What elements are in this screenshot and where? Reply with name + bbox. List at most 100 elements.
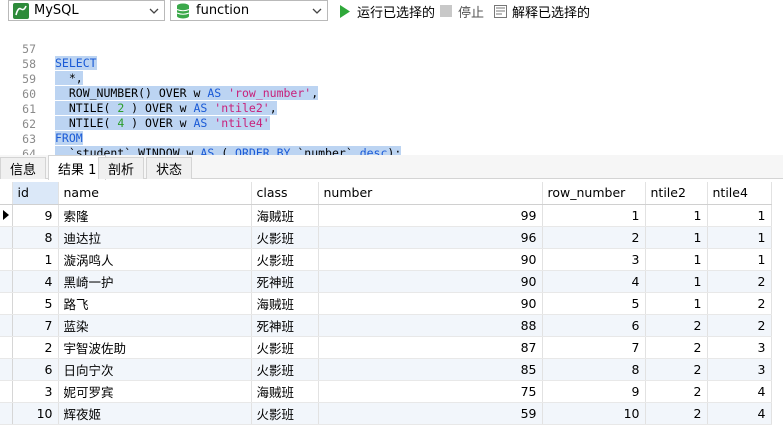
stop-button[interactable]: 停止 xyxy=(439,1,484,21)
cell-id[interactable]: 9 xyxy=(12,204,59,227)
cell-ntile2[interactable]: 2 xyxy=(645,336,708,359)
table-row[interactable]: 3 妮可罗宾 海贼班 75 9 2 4 xyxy=(0,380,772,403)
connection-select[interactable]: MySQL xyxy=(8,0,165,21)
cell-number[interactable]: 99 xyxy=(318,204,543,227)
cell-row-number[interactable]: 6 xyxy=(542,314,646,337)
cell-ntile2[interactable]: 2 xyxy=(645,314,708,337)
table-row[interactable]: 2 宇智波佐助 火影班 87 7 2 3 xyxy=(0,336,772,359)
cell-row-number[interactable]: 5 xyxy=(542,292,646,315)
cell-name[interactable]: 妮可罗宾 xyxy=(58,380,252,403)
result-grid[interactable]: id name class number row_number ntile2 n… xyxy=(0,182,783,443)
table-row[interactable]: 7 蓝染 死神班 88 6 2 2 xyxy=(0,314,772,337)
row-marker[interactable] xyxy=(0,248,13,271)
cell-ntile2[interactable]: 1 xyxy=(645,292,708,315)
cell-number[interactable]: 88 xyxy=(318,314,543,337)
cell-class[interactable]: 海贼班 xyxy=(251,204,319,227)
cell-id[interactable]: 8 xyxy=(12,226,59,249)
cell-class[interactable]: 火影班 xyxy=(251,226,319,249)
cell-id[interactable]: 1 xyxy=(12,248,59,271)
cell-row-number[interactable]: 4 xyxy=(542,270,646,293)
cell-class[interactable]: 海贼班 xyxy=(251,380,319,403)
cell-id[interactable]: 6 xyxy=(12,358,59,381)
cell-name[interactable]: 蓝染 xyxy=(58,314,252,337)
cell-number[interactable]: 90 xyxy=(318,292,543,315)
cell-ntile2[interactable]: 2 xyxy=(645,380,708,403)
cell-class[interactable]: 火影班 xyxy=(251,248,319,271)
cell-row-number[interactable]: 8 xyxy=(542,358,646,381)
cell-name[interactable]: 辉夜姬 xyxy=(58,402,252,425)
cell-row-number[interactable]: 10 xyxy=(542,402,646,425)
row-marker[interactable] xyxy=(0,204,13,227)
cell-ntile2[interactable]: 1 xyxy=(645,248,708,271)
row-marker[interactable] xyxy=(0,292,13,315)
cell-class[interactable]: 火影班 xyxy=(251,336,319,359)
cell-class[interactable]: 死神班 xyxy=(251,314,319,337)
table-row[interactable]: 9 索隆 海贼班 99 1 1 1 xyxy=(0,204,772,227)
cell-ntile4[interactable]: 1 xyxy=(707,204,772,227)
column-header-ntile2[interactable]: ntile2 xyxy=(645,182,708,205)
cell-number[interactable]: 90 xyxy=(318,248,543,271)
column-header-class[interactable]: class xyxy=(251,182,319,205)
cell-ntile4[interactable]: 1 xyxy=(707,226,772,249)
cell-ntile4[interactable]: 2 xyxy=(707,292,772,315)
cell-name[interactable]: 宇智波佐助 xyxy=(58,336,252,359)
column-header-name[interactable]: name xyxy=(58,182,252,205)
row-marker[interactable] xyxy=(0,270,13,293)
column-header-number[interactable]: number xyxy=(318,182,543,205)
cell-name[interactable]: 漩涡鸣人 xyxy=(58,248,252,271)
cell-number[interactable]: 75 xyxy=(318,380,543,403)
cell-number[interactable]: 96 xyxy=(318,226,543,249)
cell-class[interactable]: 死神班 xyxy=(251,270,319,293)
cell-ntile4[interactable]: 2 xyxy=(707,314,772,337)
run-selected-button[interactable]: 运行已选择的 xyxy=(338,1,435,21)
cell-ntile2[interactable]: 1 xyxy=(645,270,708,293)
tab-info[interactable]: 信息 xyxy=(0,157,47,179)
row-marker[interactable] xyxy=(0,314,13,337)
row-marker[interactable] xyxy=(0,226,13,249)
column-header-row-number[interactable]: row_number xyxy=(542,182,646,205)
cell-class[interactable]: 火影班 xyxy=(251,358,319,381)
cell-row-number[interactable]: 9 xyxy=(542,380,646,403)
cell-ntile4[interactable]: 4 xyxy=(707,380,772,403)
table-row[interactable]: 6 日向宁次 火影班 85 8 2 3 xyxy=(0,358,772,381)
cell-name[interactable]: 日向宁次 xyxy=(58,358,252,381)
table-row[interactable]: 8 迪达拉 火影班 96 2 1 1 xyxy=(0,226,772,249)
cell-number[interactable]: 85 xyxy=(318,358,543,381)
sql-editor[interactable]: 57 SELECT 58 *, 59 ROW_NUMBER() OVER w A… xyxy=(0,24,783,161)
row-marker[interactable] xyxy=(0,380,13,403)
cell-ntile4[interactable]: 3 xyxy=(707,358,772,381)
cell-number[interactable]: 59 xyxy=(318,402,543,425)
cell-class[interactable]: 火影班 xyxy=(251,402,319,425)
cell-row-number[interactable]: 3 xyxy=(542,248,646,271)
cell-row-number[interactable]: 7 xyxy=(542,336,646,359)
cell-id[interactable]: 2 xyxy=(12,336,59,359)
cell-ntile4[interactable]: 1 xyxy=(707,248,772,271)
cell-row-number[interactable]: 2 xyxy=(542,226,646,249)
explain-selected-button[interactable]: 解释已选择的 xyxy=(493,1,590,21)
cell-ntile4[interactable]: 4 xyxy=(707,402,772,425)
cell-name[interactable]: 迪达拉 xyxy=(58,226,252,249)
cell-ntile4[interactable]: 3 xyxy=(707,336,772,359)
table-row[interactable]: 5 路飞 海贼班 90 5 1 2 xyxy=(0,292,772,315)
cell-name[interactable]: 黑崎一护 xyxy=(58,270,252,293)
cell-name[interactable]: 路飞 xyxy=(58,292,252,315)
cell-row-number[interactable]: 1 xyxy=(542,204,646,227)
row-marker[interactable] xyxy=(0,358,13,381)
database-select[interactable]: function xyxy=(170,0,328,21)
cell-class[interactable]: 海贼班 xyxy=(251,292,319,315)
table-row[interactable]: 10 辉夜姬 火影班 59 10 2 4 xyxy=(0,402,772,425)
cell-id[interactable]: 3 xyxy=(12,380,59,403)
column-header-ntile4[interactable]: ntile4 xyxy=(707,182,772,205)
row-marker[interactable] xyxy=(0,402,13,425)
cell-ntile4[interactable]: 2 xyxy=(707,270,772,293)
cell-number[interactable]: 90 xyxy=(318,270,543,293)
column-header-id[interactable]: id xyxy=(12,182,59,205)
cell-id[interactable]: 5 xyxy=(12,292,59,315)
cell-ntile2[interactable]: 1 xyxy=(645,226,708,249)
row-marker[interactable] xyxy=(0,336,13,359)
cell-ntile2[interactable]: 2 xyxy=(645,402,708,425)
table-row[interactable]: 1 漩涡鸣人 火影班 90 3 1 1 xyxy=(0,248,772,271)
table-row[interactable]: 4 黑崎一护 死神班 90 4 1 2 xyxy=(0,270,772,293)
cell-number[interactable]: 87 xyxy=(318,336,543,359)
cell-id[interactable]: 4 xyxy=(12,270,59,293)
